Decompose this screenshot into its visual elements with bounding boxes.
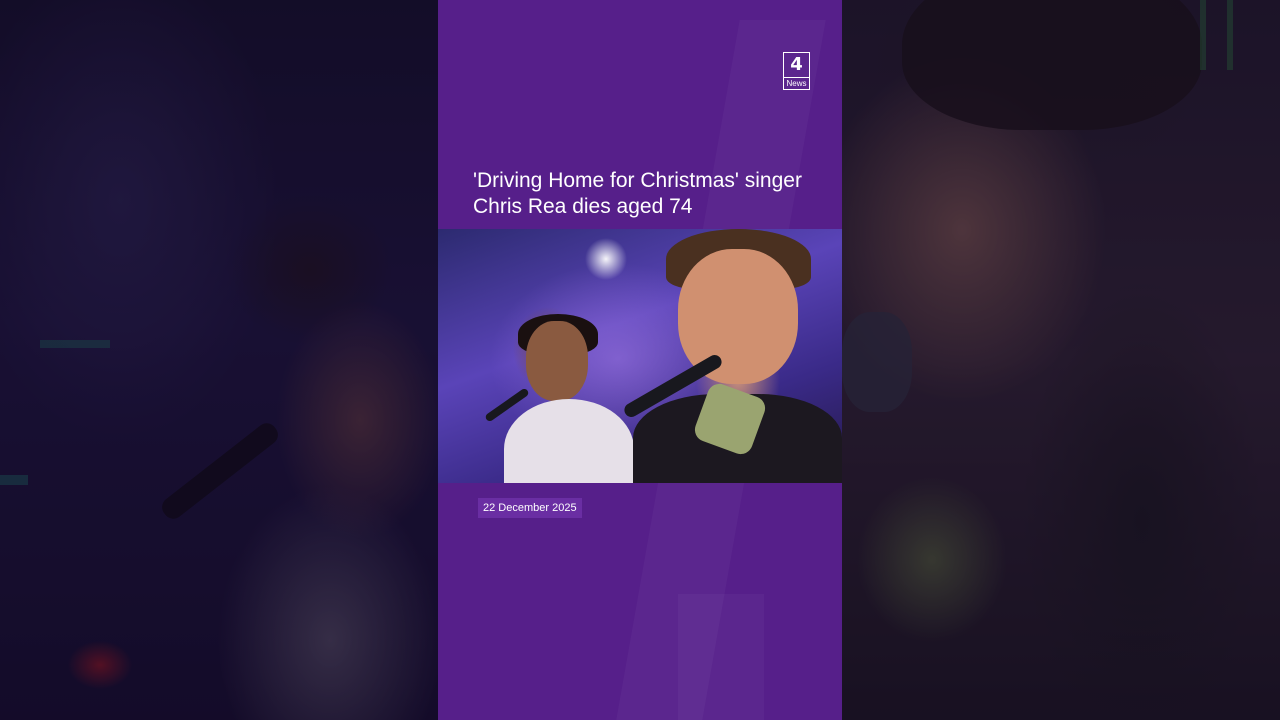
microphone-blur (158, 419, 282, 523)
channel4-watermark (678, 594, 764, 720)
backing-singer (504, 399, 634, 483)
logo-label: News (783, 78, 810, 90)
stage-light (0, 475, 28, 485)
stage-light (40, 340, 110, 348)
logo-mark: 4 (783, 52, 810, 78)
stage-light (1200, 0, 1260, 70)
hair-blur (902, 0, 1202, 130)
blurred-background-right (842, 0, 1280, 720)
performance-photo (438, 229, 842, 483)
backing-singer (526, 321, 588, 401)
channel4-news-logo: 4 News (783, 52, 810, 90)
microphone-blur (842, 312, 912, 412)
video-frame[interactable]: 4 News 'Driving Home for Christmas' sing… (438, 0, 842, 720)
blurred-background-left (0, 0, 438, 720)
date-badge: 22 December 2025 (478, 498, 582, 518)
headline: 'Driving Home for Christmas' singer Chri… (473, 169, 802, 218)
